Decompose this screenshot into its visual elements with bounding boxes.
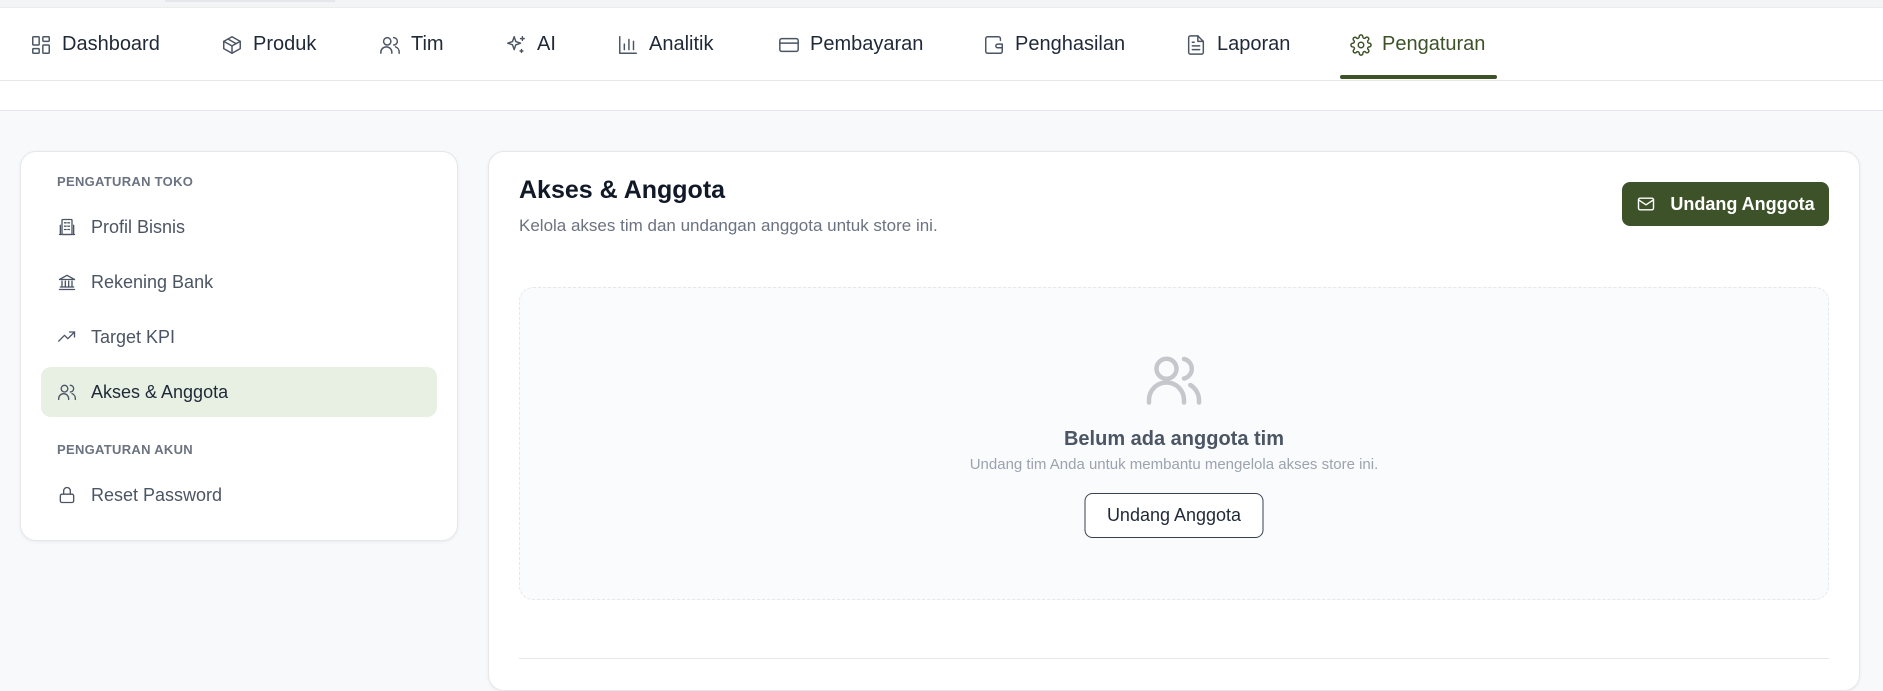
box-icon bbox=[223, 35, 241, 54]
mail-icon bbox=[1638, 197, 1655, 211]
nav-pengaturan[interactable]: Pengaturan bbox=[1350, 8, 1485, 81]
settings-sidebar: PENGATURAN TOKO Profil Bisnis Rekening B… bbox=[20, 151, 458, 541]
nav-penghasilan[interactable]: Penghasilan bbox=[983, 8, 1125, 81]
nav-penghasilan-label: Penghasilan bbox=[1015, 33, 1126, 55]
empty-invite-button[interactable]: Undang Anggota bbox=[1084, 493, 1264, 538]
building-icon bbox=[58, 218, 76, 236]
invite-member-button-label: Undang Anggota bbox=[1670, 193, 1815, 214]
sidebar-item-label: Rekening Bank bbox=[91, 271, 214, 292]
sidebar-item-label: Reset Password bbox=[91, 484, 223, 505]
sparkles-icon bbox=[507, 35, 525, 53]
nav-dashboard[interactable]: Dashboard bbox=[30, 8, 160, 81]
nav-ai-label: AI bbox=[537, 33, 556, 55]
users-icon bbox=[58, 384, 77, 401]
nav-laporan-label: Laporan bbox=[1217, 33, 1291, 55]
bar-chart-icon bbox=[619, 35, 637, 54]
dashboard-icon bbox=[32, 35, 50, 54]
top-navigation: Dashboard Produk Tim AI Analitik Pembaya… bbox=[0, 8, 1883, 81]
card-divider bbox=[519, 658, 1829, 659]
active-tab-indicator bbox=[1340, 75, 1497, 79]
empty-state-icon-wrap bbox=[1144, 350, 1204, 410]
top-strip bbox=[0, 0, 1883, 8]
sidebar-item-profil-bisnis[interactable]: Profil Bisnis bbox=[41, 202, 437, 252]
nav-ai[interactable]: AI bbox=[505, 8, 556, 81]
nav-laporan[interactable]: Laporan bbox=[1185, 8, 1290, 81]
nav-dashboard-label: Dashboard bbox=[62, 33, 160, 55]
page-subtitle: Kelola akses tim dan undangan anggota un… bbox=[519, 216, 938, 235]
section-label-store: PENGATURAN TOKO bbox=[57, 174, 194, 189]
credit-card-icon bbox=[779, 37, 799, 52]
gear-icon bbox=[1350, 33, 1372, 56]
members-panel: Akses & Anggota Kelola akses tim dan und… bbox=[488, 151, 1860, 691]
trending-up-icon bbox=[58, 331, 76, 342]
sidebar-item-akses-anggota[interactable]: Akses & Anggota bbox=[41, 367, 437, 417]
sidebar-item-target-kpi[interactable]: Target KPI bbox=[41, 312, 437, 362]
empty-state: Belum ada anggota tim Undang tim Anda un… bbox=[519, 287, 1829, 600]
users-icon bbox=[1146, 356, 1202, 405]
sidebar-item-label: Target KPI bbox=[91, 326, 176, 347]
nav-pembayaran[interactable]: Pembayaran bbox=[778, 8, 923, 81]
top-strip-tick bbox=[165, 0, 335, 2]
nav-pembayaran-label: Pembayaran bbox=[810, 33, 924, 55]
nav-analitik-label: Analitik bbox=[649, 33, 714, 55]
sidebar-item-reset-password[interactable]: Reset Password bbox=[41, 470, 437, 520]
sub-header-bar bbox=[0, 81, 1883, 111]
nav-produk-label: Produk bbox=[253, 33, 317, 55]
invite-member-button[interactable]: Undang Anggota bbox=[1622, 182, 1829, 226]
users-icon bbox=[380, 36, 400, 54]
nav-tim-label: Tim bbox=[411, 33, 444, 55]
nav-produk[interactable]: Produk bbox=[221, 8, 316, 81]
page-title: Akses & Anggota bbox=[519, 176, 726, 204]
bank-icon bbox=[58, 274, 76, 291]
nav-tim[interactable]: Tim bbox=[379, 8, 444, 81]
sidebar-item-label: Profil Bisnis bbox=[91, 216, 186, 237]
sidebar-item-label: Akses & Anggota bbox=[91, 381, 229, 402]
wallet-icon bbox=[985, 35, 1003, 54]
nav-analitik[interactable]: Analitik bbox=[617, 8, 713, 81]
nav-pengaturan-label: Pengaturan bbox=[1382, 33, 1486, 55]
lock-icon bbox=[59, 486, 75, 504]
empty-state-description: Undang tim Anda untuk membantu mengelola… bbox=[969, 456, 1379, 473]
document-icon bbox=[1187, 34, 1205, 55]
sidebar-item-rekening-bank[interactable]: Rekening Bank bbox=[41, 257, 437, 307]
empty-state-title: Belum ada anggota tim bbox=[1063, 428, 1285, 450]
section-label-account: PENGATURAN AKUN bbox=[57, 442, 193, 457]
